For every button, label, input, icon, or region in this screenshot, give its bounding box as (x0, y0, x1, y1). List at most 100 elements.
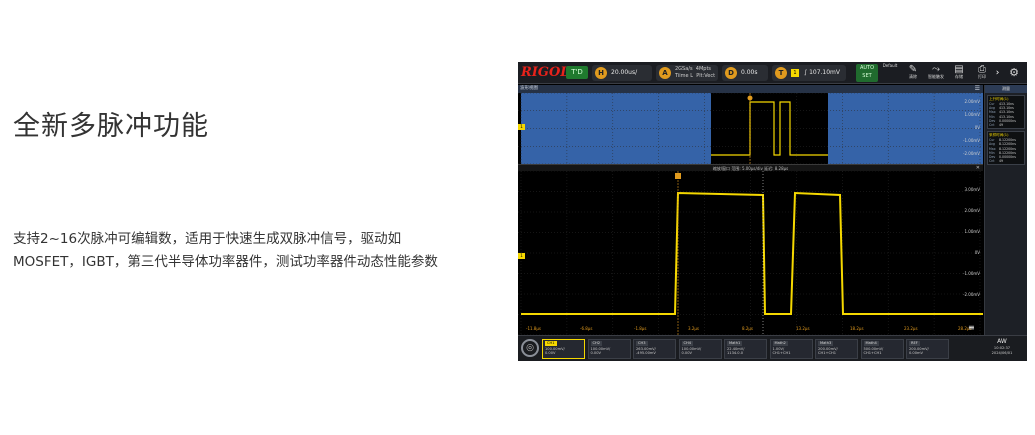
channel-offset: CH1+CH1 (818, 351, 837, 355)
sample-rate: 2GSa/s (675, 66, 693, 72)
delay-chip[interactable]: D 0.00s (722, 65, 768, 81)
horizontal-value: 20.00us/ (611, 69, 638, 76)
time-tick-label: -11.8μs (526, 326, 541, 331)
tool-single-button[interactable]: ⤳ 智能触发 (925, 64, 947, 82)
voltage-tick-label: 1.00mV (964, 229, 980, 234)
trigger-source: 1 (791, 69, 799, 77)
channel-ch4-tile[interactable]: CH4 100.00mV/0.00V (678, 339, 722, 359)
channel-ch1-tile[interactable]: CH1 100.00mV/0.00V (542, 339, 585, 359)
tool-auto-button[interactable]: AUTO SET (856, 64, 878, 82)
tool-storage-button[interactable]: ▤ 存储 (948, 64, 970, 82)
tool-label: 清除 (909, 74, 917, 79)
time-tick-label: 3.2μs (688, 326, 699, 331)
clock-mode: AW (997, 338, 1007, 345)
voltage-tick-label: 2.00mV (964, 208, 980, 213)
channel-tag: Math4 (863, 341, 879, 346)
channel-tag: Math1 (727, 341, 743, 346)
overview-title: 波形视图 (520, 86, 538, 91)
channel-tag: CH3 (636, 341, 648, 346)
overview-window[interactable]: 1 2.00mV 1.00mV 0V -1.00mV -2.00mV (518, 93, 983, 164)
overview-plot (518, 93, 983, 164)
channel-math4-tile[interactable]: Math4 500.00mV/CH1+CH1 (860, 339, 904, 359)
tool-quick-button[interactable]: ⎙ 打印 (971, 64, 993, 82)
channel-offset: 0.00V (681, 351, 692, 355)
math-menu-icon[interactable]: ≡ (968, 323, 975, 332)
main-trace (521, 191, 983, 315)
oscilloscope-screenshot: RIGOL T'D H 20.00us/ A 2GSa/s 4Mpts Tiim… (518, 62, 1027, 361)
clock-date: 2024/06/01 (991, 351, 1013, 355)
trigger-point-marker (747, 95, 753, 101)
time-tick-label: 8.2μs (742, 326, 753, 331)
main-plot (518, 171, 983, 335)
channel-tag: Math2 (772, 341, 788, 346)
channel-ch3-tile[interactable]: CH3 263.00mV/-495.00mV (633, 339, 676, 359)
channel-tag: CH1 (545, 341, 557, 346)
acquire-info: 2GSa/s 4Mpts Tiime L Plt:Vect (675, 66, 715, 80)
edge-icon: ∫ (804, 69, 808, 76)
horizontal-badge: H (595, 67, 607, 79)
channel-offset: 0.00mV (909, 351, 923, 355)
voltage-tick-label: -2.00mV (963, 151, 980, 156)
measurement-value: 49 (999, 123, 1004, 128)
trigger-level-value: 107.10mV (809, 69, 841, 76)
run-stop-button[interactable]: T'D (566, 66, 588, 79)
channel1-marker[interactable]: 1 (518, 124, 525, 130)
voltage-tick-label: -1.00mV (963, 138, 980, 143)
acquire-mode: Tiime L (675, 73, 694, 79)
channel-offset: 1134.0.0 (727, 351, 744, 355)
measurement-key: Cnt (989, 159, 995, 164)
measurement-row: Cnt 49 (989, 159, 1023, 163)
channel-offset: CH1+CH1 (863, 351, 882, 355)
time-tick-label: 23.2μs (904, 326, 918, 331)
trigger-level: ∫ 107.10mV (804, 65, 840, 81)
channel-math1-tile[interactable]: Math1 22.40mV/1134.0.0 (724, 339, 767, 359)
channel-ref-tile[interactable]: REF 200.00mV/0.00mV (906, 339, 949, 359)
home-icon[interactable]: ◎ (521, 339, 539, 357)
channel-math3-tile[interactable]: Math3 200.00mV/CH1+CH1 (815, 339, 858, 359)
tool-label: 存储 (955, 74, 963, 79)
trigger-position-marker (675, 173, 681, 179)
trigger-chip[interactable]: T 1 ∫ 107.10mV (772, 65, 846, 81)
horizontal-scale-chip[interactable]: H 20.00us/ (592, 65, 652, 81)
memory-depth: 4Mpts (695, 66, 712, 72)
measurement-value: 49 (999, 159, 1004, 164)
measurement-box[interactable]: 采样时间(1) Cur 8.12200ns Avg 8.12200ns Max 8.1220… (987, 131, 1025, 166)
scope-bottom-bar: ◎ CH1 100.00mV/0.00V CH2 100.00mV/0.00V CH3 2… (518, 335, 1027, 361)
tool-default-button[interactable]: Default (879, 64, 901, 82)
measurement-panel: 测量 上升时间(1) Cur 413.10ns Avg 413.10ns Max 413.1… (984, 85, 1027, 335)
voltage-tick-label: 3.00mV (964, 187, 980, 192)
plot-mode: Plt:Vect (696, 73, 716, 79)
chevron-right-icon[interactable]: › (993, 65, 1002, 81)
delay-value: 0.00s (741, 69, 758, 76)
measurement-key: Cnt (989, 123, 995, 128)
scope-top-bar: RIGOL T'D H 20.00us/ A 2GSa/s 4Mpts Tiim… (518, 62, 1027, 84)
brand-logo: RIGOL (521, 65, 570, 80)
time-axis: -11.8μs -6.8μs -1.8μs 3.2μs 8.2μs 13.2μs 18.2μ… (518, 324, 983, 334)
voltage-tick-label: 1.00mV (964, 112, 980, 117)
voltage-tick-label: 2.00mV (964, 99, 980, 104)
overview-title-bar: 波形视图 ☰ (518, 85, 983, 93)
panel-header: 测量 (985, 85, 1027, 93)
acquire-chip[interactable]: A 2GSa/s 4Mpts Tiime L Plt:Vect (656, 65, 718, 81)
time-tick-label: -1.8μs (634, 326, 647, 331)
channel-math2-tile[interactable]: Math2 1.00V/CH1+CH1 (769, 339, 813, 359)
tool-label: 智能触发 (928, 74, 944, 79)
voltage-tick-label: 0V (974, 125, 980, 130)
clock: AW 10:02:37 2024/06/01 (981, 338, 1023, 360)
measurement-box[interactable]: 上升时间(1) Cur 413.10ns Avg 413.10ns Max 413.10ns… (987, 95, 1025, 130)
acquire-badge: A (659, 67, 671, 79)
tool-label: AUTO SET (859, 65, 875, 79)
channel1-marker-main[interactable]: 1 (518, 253, 525, 259)
zoom-title-bar: 缩放/窗口 范围: 5.00μs/div 延迟: 8.28μs ✕ (518, 164, 983, 171)
channel-tag: Math3 (818, 341, 834, 346)
channel-ch2-tile[interactable]: CH2 100.00mV/0.00V (587, 339, 631, 359)
gear-icon[interactable]: ⚙ (1005, 65, 1023, 81)
menu-icon[interactable]: ☰ (975, 85, 980, 93)
time-tick-label: -6.8μs (580, 326, 593, 331)
tool-label: Default (882, 63, 898, 68)
channel-tag: CH4 (681, 341, 693, 346)
main-waveform-window[interactable]: 1 3.00mV 2.00mV 1.00mV 0V -1.00mV -2.00mV (518, 171, 983, 335)
channel-offset: 0.00V (590, 351, 601, 355)
voltage-tick-label: -1.00mV (963, 271, 980, 276)
tool-clear-button[interactable]: ✎ 清除 (902, 64, 924, 82)
